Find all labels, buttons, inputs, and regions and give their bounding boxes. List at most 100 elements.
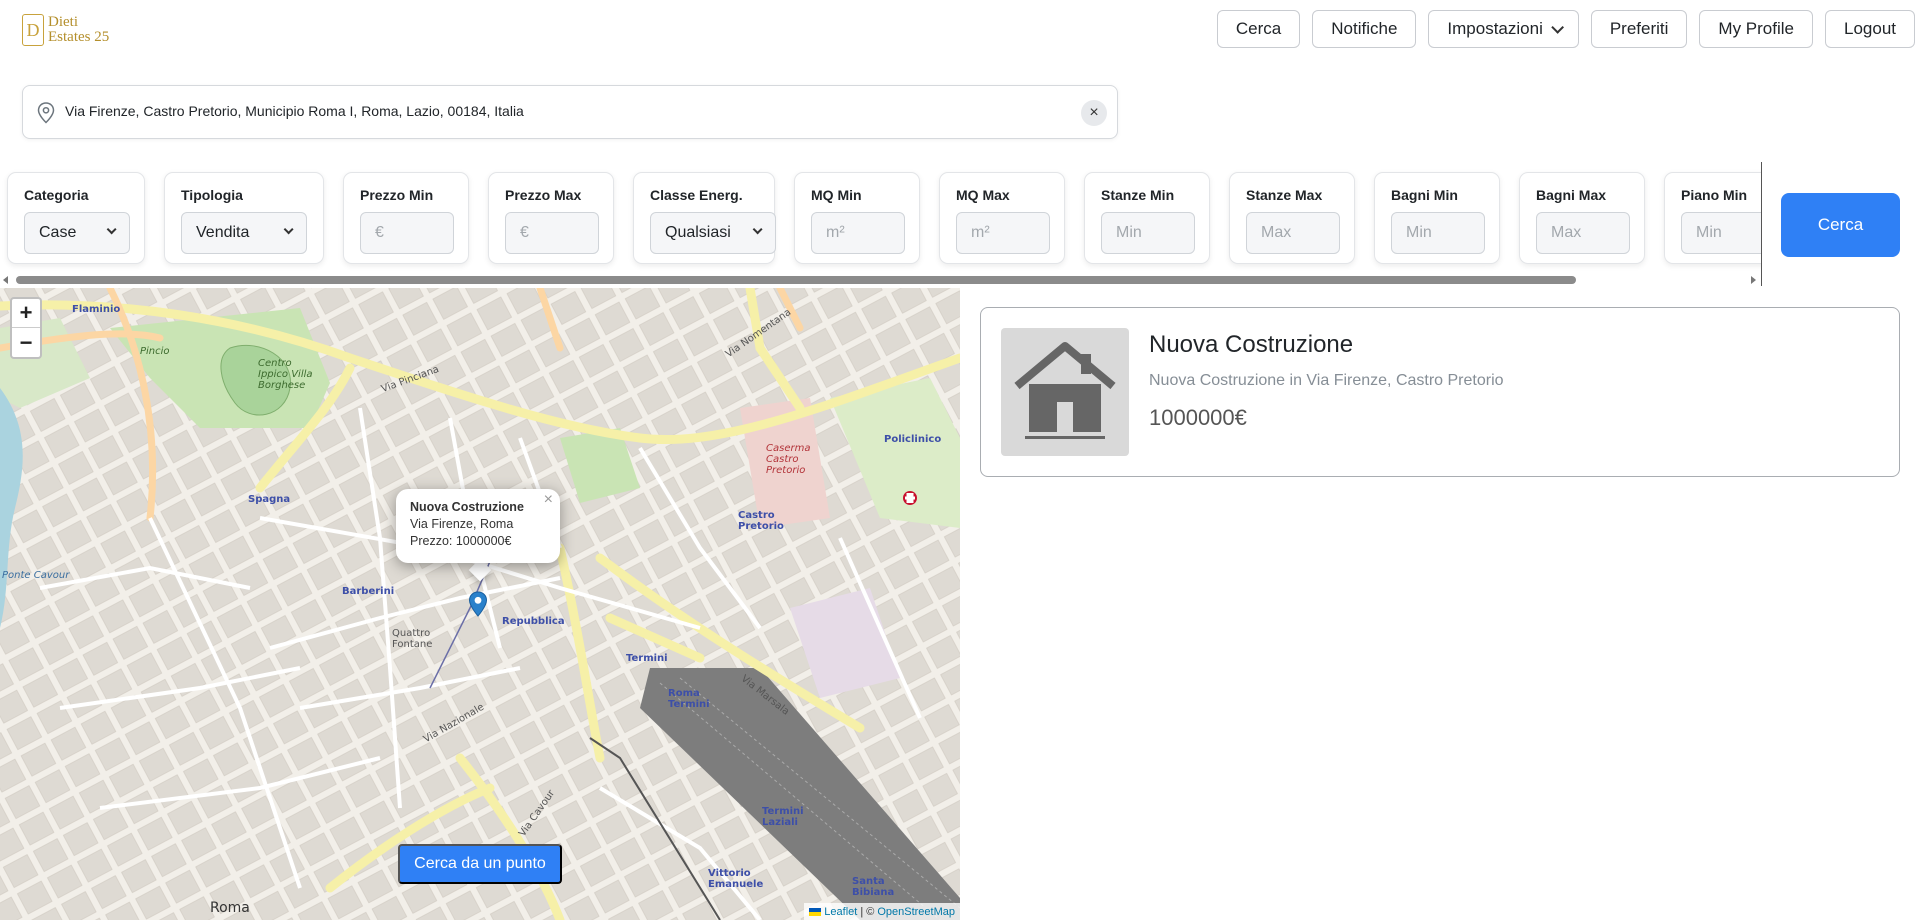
tipologia-select[interactable]: Vendita (181, 212, 307, 254)
input-placeholder: Min (1116, 224, 1142, 241)
popup-price: Prezzo: 1000000€ (410, 534, 512, 548)
filter-label: Prezzo Max (505, 187, 582, 203)
map-label-flaminio: Flaminio (72, 304, 121, 315)
filter-label: MQ Min (811, 187, 862, 203)
filter-stanze-min: Stanze Min Min (1084, 172, 1210, 264)
map-label-vittorio-emanuele: Vittorio Emanuele (708, 868, 764, 890)
attribution-separator: | © (860, 905, 875, 918)
map-label-centro-ippico: Centro Ippico Villa Borghese (258, 358, 313, 391)
chevron-down-icon (752, 224, 763, 235)
prezzo-min-input[interactable]: € (360, 212, 454, 254)
filters-bar: Categoria Case Tipologia Vendita Prezzo Min €… (0, 162, 1762, 286)
impostazioni-label: Impostazioni (1447, 19, 1543, 38)
chevron-down-icon (283, 224, 294, 235)
filter-mq-max: MQ Max m² (939, 172, 1065, 264)
brand-name-line1: Dieti (48, 14, 78, 30)
map-label-barberini: Barberini (342, 586, 395, 597)
filters-scrollbar[interactable] (0, 274, 1760, 286)
map-label-policlinico: Policlinico (884, 434, 942, 445)
map-marker-icon[interactable] (468, 591, 488, 617)
classe-energ-select[interactable]: Qualsiasi (650, 212, 776, 254)
input-placeholder: Max (1551, 224, 1582, 241)
filter-label: Prezzo Min (360, 187, 434, 203)
location-pin-icon (37, 102, 55, 124)
filter-label: Piano Min (1681, 187, 1748, 203)
piano-min-input[interactable]: Min (1681, 212, 1761, 254)
categoria-select[interactable]: Case (24, 212, 130, 254)
nav-logout-button[interactable]: Logout (1825, 10, 1915, 48)
header: D Dieti Estates 25 Cerca Notifiche Impos… (0, 0, 1919, 58)
bagni-max-input[interactable]: Max (1536, 212, 1630, 254)
filter-piano-min: Piano Min Min (1664, 172, 1761, 264)
listing-card[interactable]: Nuova Costruzione Nuova Costruzione in V… (980, 307, 1900, 477)
stanze-max-input[interactable]: Max (1246, 212, 1340, 254)
filter-label: Bagni Min (1391, 187, 1458, 203)
map-label-termini-laziali: Termini Laziali (762, 806, 804, 828)
stanze-min-input[interactable]: Min (1101, 212, 1195, 254)
nav-profile-button[interactable]: My Profile (1699, 10, 1813, 48)
listing-price: 1000000€ (1149, 405, 1247, 430)
nav-preferiti-button[interactable]: Preferiti (1590, 10, 1688, 48)
brand-logo[interactable]: D Dieti Estates 25 (22, 12, 122, 48)
input-placeholder: € (520, 224, 529, 241)
listing-title: Nuova Costruzione (1149, 331, 1354, 358)
popup-title: Nuova Costruzione (410, 500, 524, 514)
scroll-left-arrow-icon[interactable] (3, 276, 8, 284)
leaflet-link[interactable]: Leaflet (824, 906, 857, 918)
address-search-input[interactable]: Via Firenze, Castro Pretorio, Municipio … (22, 85, 1118, 139)
filter-label: MQ Max (956, 187, 1010, 203)
select-value: Case (39, 224, 77, 241)
filter-tipologia: Tipologia Vendita (164, 172, 324, 264)
listing-thumbnail (1001, 328, 1129, 456)
bagni-min-input[interactable]: Min (1391, 212, 1485, 254)
osm-link[interactable]: OpenStreetMap (877, 906, 955, 918)
map-label-caserma: Caserma Castro Pretorio (766, 443, 811, 476)
filter-prezzo-max: Prezzo Max € (488, 172, 614, 264)
input-placeholder: Min (1696, 224, 1722, 241)
filter-label: Tipologia (181, 187, 243, 203)
filter-stanze-max: Stanze Max Max (1229, 172, 1355, 264)
mq-min-input[interactable]: m² (811, 212, 905, 254)
logo-mark-icon: D (22, 14, 44, 46)
nav-notifiche-button[interactable]: Notifiche (1312, 10, 1417, 48)
filter-label: Categoria (24, 187, 89, 203)
map-popup: × Nuova Costruzione Via Firenze, Roma Pr… (396, 489, 560, 563)
popup-close-icon[interactable]: × (544, 491, 553, 508)
prezzo-max-input[interactable]: € (505, 212, 599, 254)
filter-bagni-min: Bagni Min Min (1374, 172, 1500, 264)
filter-prezzo-min: Prezzo Min € (343, 172, 469, 264)
search-button[interactable]: Cerca (1781, 193, 1900, 257)
map-label-termini: Termini (626, 653, 668, 664)
map-label-pincio: Pincio (140, 346, 170, 357)
input-placeholder: € (375, 224, 384, 241)
filter-label: Stanze Min (1101, 187, 1175, 203)
input-placeholder: Max (1261, 224, 1292, 241)
map-attribution: Leaflet | © OpenStreetMap (804, 903, 960, 920)
zoom-control: + − (10, 297, 42, 359)
filter-mq-min: MQ Min m² (794, 172, 920, 264)
map-label-repubblica: Repubblica (502, 616, 565, 627)
scroll-thumb[interactable] (16, 276, 1576, 284)
listing-subtitle: Nuova Costruzione in Via Firenze, Castro… (1149, 372, 1504, 389)
popup-address: Via Firenze, Roma (410, 517, 514, 531)
map-label-castro-pretorio: Castro Pretorio (738, 510, 784, 532)
map-view[interactable]: Flaminio Spagna Barberini Repubblica Ter… (0, 288, 960, 920)
zoom-in-button[interactable]: + (12, 299, 40, 328)
input-placeholder: Min (1406, 224, 1432, 241)
filters-row: Categoria Case Tipologia Vendita Prezzo Min €… (7, 172, 1761, 264)
nav-cerca-button[interactable]: Cerca (1216, 10, 1301, 48)
search-from-point-button[interactable]: Cerca da un punto (398, 844, 562, 884)
scroll-right-arrow-icon[interactable] (1751, 276, 1756, 284)
house-icon (1014, 342, 1116, 439)
filter-classe-energ: Classe Energ. Qualsiasi (633, 172, 776, 264)
map-label-santa-bibiana: Santa Bibiana (852, 876, 895, 898)
nav-impostazioni-dropdown[interactable]: Impostazioni (1428, 10, 1579, 48)
filter-categoria: Categoria Case (7, 172, 145, 264)
map-label-ponte-cavour: Ponte Cavour (2, 570, 70, 581)
mq-max-input[interactable]: m² (956, 212, 1050, 254)
clear-address-button[interactable]: × (1081, 100, 1107, 126)
select-value: Vendita (196, 224, 250, 241)
zoom-out-button[interactable]: − (12, 328, 40, 357)
filter-label: Stanze Max (1246, 187, 1323, 203)
close-icon: × (1089, 104, 1099, 121)
